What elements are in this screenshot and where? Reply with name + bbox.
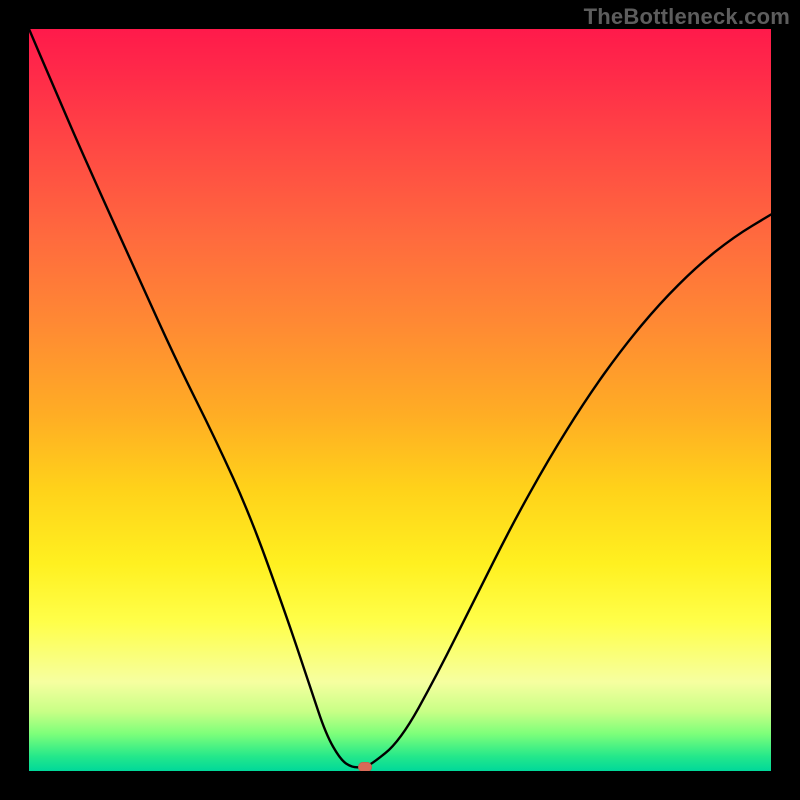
optimum-marker: [358, 762, 372, 771]
bottleneck-curve: [29, 29, 771, 767]
plot-area: [29, 29, 771, 771]
chart-root: TheBottleneck.com: [0, 0, 800, 800]
watermark-text: TheBottleneck.com: [584, 4, 790, 30]
curve-layer: [29, 29, 771, 771]
